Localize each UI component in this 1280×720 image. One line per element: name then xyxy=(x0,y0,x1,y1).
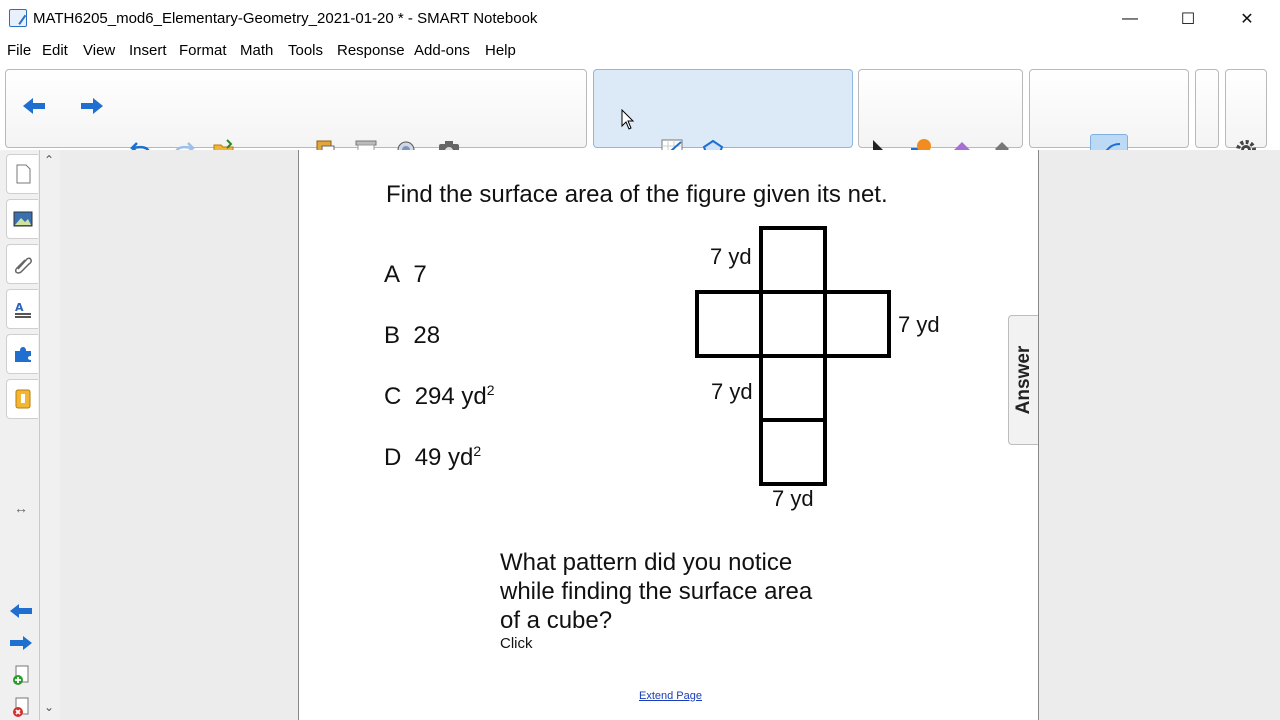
extend-page-link[interactable]: Extend Page xyxy=(639,690,702,702)
properties-tab[interactable]: A xyxy=(6,289,38,329)
menu-format[interactable]: Format xyxy=(179,42,227,59)
close-button[interactable]: ✕ xyxy=(1218,0,1276,38)
sidebar-add-page-button[interactable] xyxy=(8,664,34,686)
pattern-line: while finding the surface area xyxy=(500,578,813,605)
choice-value: 7 xyxy=(413,261,427,288)
menu-edit[interactable]: Edit xyxy=(42,42,68,59)
sidebar-resize-handle[interactable]: ↔ xyxy=(8,497,34,519)
maximize-button[interactable]: ☐ xyxy=(1159,0,1217,38)
next-page-button[interactable] xyxy=(75,88,109,124)
pattern-line: of a cube? xyxy=(500,607,613,634)
left-sidebar: A ↔ xyxy=(0,150,40,720)
properties-icon: A xyxy=(14,301,31,318)
gallery-tab[interactable] xyxy=(6,199,38,239)
sidebar-next-page-button[interactable] xyxy=(8,632,34,654)
menu-bar: File Edit View Insert Format Math Tools … xyxy=(0,38,1280,64)
back-arrow-icon xyxy=(10,604,32,618)
window-title: MATH6205_mod6_Elementary-Geometry_2021-0… xyxy=(33,10,538,27)
previous-page-button[interactable] xyxy=(17,88,51,124)
add-page-icon xyxy=(13,665,29,685)
delete-page-icon xyxy=(13,697,29,717)
pattern-question[interactable]: What pattern did you notice while findin… xyxy=(500,548,812,635)
svg-text:A: A xyxy=(15,301,24,314)
choice-letter: A xyxy=(384,261,401,288)
choice-b[interactable]: B 28 xyxy=(384,322,440,350)
menu-insert[interactable]: Insert xyxy=(129,42,167,59)
choice-c[interactable]: C 294 yd2 xyxy=(384,382,495,411)
menu-view[interactable]: View xyxy=(83,42,115,59)
scroll-up-icon[interactable]: ⌃ xyxy=(44,153,54,167)
choice-value: 49 yd xyxy=(414,444,474,471)
sidebar-previous-page-button[interactable] xyxy=(8,600,34,622)
lesson-activity-tab[interactable] xyxy=(6,379,38,419)
dimension-label: 7 yd xyxy=(711,379,753,404)
menu-tools[interactable]: Tools xyxy=(288,42,323,59)
lesson-activity-tab-icon xyxy=(15,389,30,409)
menu-add-ons[interactable]: Add-ons xyxy=(414,42,470,59)
menu-response[interactable]: Response xyxy=(337,42,405,59)
title-bar: MATH6205_mod6_Elementary-Geometry_2021-0… xyxy=(0,0,1280,38)
main-toolbar: π Σ Σ A xyxy=(0,64,1280,203)
scroll-down-icon[interactable]: ⌄ xyxy=(44,700,54,714)
attachments-tab[interactable] xyxy=(6,244,38,284)
exponent: 2 xyxy=(473,443,482,459)
question-text[interactable]: Find the surface area of the figure give… xyxy=(386,181,888,209)
choice-a[interactable]: A 7 xyxy=(384,261,427,289)
choice-value: 28 xyxy=(413,322,441,349)
choice-d[interactable]: D 49 yd2 xyxy=(384,443,481,472)
mouse-cursor-icon xyxy=(621,109,635,130)
choice-letter: D xyxy=(384,444,402,471)
add-ons-tab-icon xyxy=(14,347,31,362)
attachments-icon xyxy=(14,257,32,274)
dimension-label: 7 yd xyxy=(772,486,814,511)
add-ons-tab[interactable] xyxy=(6,334,38,374)
vertical-scrollbar[interactable]: ⌃ ⌄ xyxy=(40,150,60,720)
answer-tab-label: Answer xyxy=(1012,345,1034,415)
choice-value: 294 yd xyxy=(414,383,487,410)
forward-arrow-icon xyxy=(10,636,32,650)
answer-tab[interactable]: Answer xyxy=(1008,315,1038,445)
page-sorter-icon xyxy=(16,164,30,184)
smart-notebook-app-icon xyxy=(9,9,27,27)
menu-file[interactable]: File xyxy=(7,42,31,59)
minimize-button[interactable]: — xyxy=(1101,0,1159,38)
menu-help[interactable]: Help xyxy=(485,42,516,59)
click-label[interactable]: Click xyxy=(500,635,533,652)
choice-letter: B xyxy=(384,322,401,349)
gallery-icon xyxy=(13,211,32,227)
toolbar-group-expand xyxy=(1195,69,1219,148)
back-arrow-icon xyxy=(23,98,45,114)
menu-math[interactable]: Math xyxy=(240,42,273,59)
dimension-label: 7 yd xyxy=(898,312,940,337)
forward-arrow-icon xyxy=(81,98,103,114)
page-sorter-tab[interactable] xyxy=(6,154,38,194)
dimension-label: 7 yd xyxy=(710,244,752,269)
exponent: 2 xyxy=(486,382,495,398)
choice-letter: C xyxy=(384,383,402,410)
sidebar-delete-page-button[interactable] xyxy=(8,696,34,718)
pattern-line: What pattern did you notice xyxy=(500,549,793,576)
